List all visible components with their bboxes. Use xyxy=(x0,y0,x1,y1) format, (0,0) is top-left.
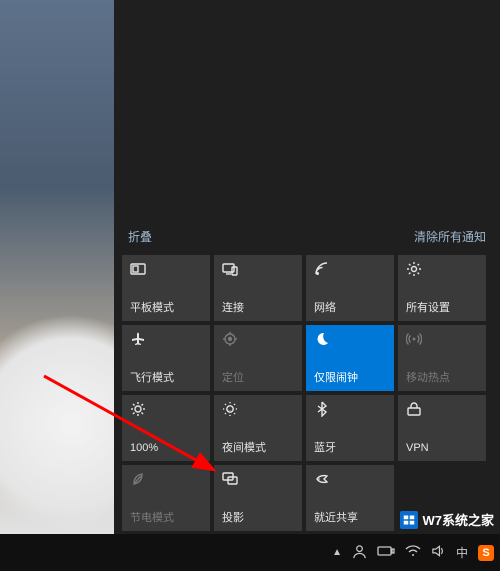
tile-label: 所有设置 xyxy=(406,302,478,315)
vpn-icon xyxy=(406,401,422,417)
bluetooth-icon xyxy=(314,401,330,417)
share-icon xyxy=(314,471,330,487)
tile-brightness[interactable]: 100% xyxy=(122,395,210,461)
watermark: W7系统之家 xyxy=(400,510,494,529)
sogou-ime-icon[interactable]: S xyxy=(478,545,494,561)
clear-all-link[interactable]: 清除所有通知 xyxy=(414,228,486,245)
tile-battery-saver: 节电模式 xyxy=(122,465,210,531)
tile-label: 就近共享 xyxy=(314,512,386,525)
tile-label: VPN xyxy=(406,442,478,455)
tile-label: 飞行模式 xyxy=(130,372,202,385)
connect-icon xyxy=(222,261,238,277)
tile-connect[interactable]: 连接 xyxy=(214,255,302,321)
tile-all-settings[interactable]: 所有设置 xyxy=(398,255,486,321)
airplane-icon xyxy=(130,331,146,347)
collapse-link[interactable]: 折叠 xyxy=(128,228,152,245)
wifi-icon[interactable] xyxy=(405,544,421,561)
tile-label: 移动热点 xyxy=(406,372,478,385)
tile-vpn[interactable]: VPN xyxy=(398,395,486,461)
tile-mobile-hotspot: 移动热点 xyxy=(398,325,486,391)
tile-project[interactable]: 投影 xyxy=(214,465,302,531)
gear-icon xyxy=(406,261,422,277)
tile-label: 网络 xyxy=(314,302,386,315)
tile-label: 定位 xyxy=(222,372,294,385)
desktop-wallpaper xyxy=(0,0,114,534)
tile-airplane-mode[interactable]: 飞行模式 xyxy=(122,325,210,391)
action-center-header: 折叠 清除所有通知 xyxy=(114,228,500,253)
tile-label: 蓝牙 xyxy=(314,442,386,455)
tile-label: 节电模式 xyxy=(130,512,202,525)
watermark-logo-icon xyxy=(400,511,418,529)
tray-overflow-icon[interactable]: ▲ xyxy=(332,547,342,558)
tablet-icon xyxy=(130,261,146,277)
tile-quiet-hours[interactable]: 仅限闹钟 xyxy=(306,325,394,391)
tile-network[interactable]: 网络 xyxy=(306,255,394,321)
location-icon xyxy=(222,331,238,347)
tile-night-light[interactable]: 夜间模式 xyxy=(214,395,302,461)
moon-icon xyxy=(314,331,330,347)
network-icon xyxy=(314,261,330,277)
ime-indicator[interactable]: 中 xyxy=(456,544,468,561)
action-center-panel: 折叠 清除所有通知 平板模式 连接 网络 所有设置飞行模式 定位 仅限闹钟 移动热点 100%… xyxy=(114,0,500,534)
quick-actions-grid: 平板模式 连接 网络 所有设置飞行模式 定位 仅限闹钟 移动热点 100% 夜间模式 蓝牙 VPN 节… xyxy=(114,253,500,533)
hotspot-icon xyxy=(406,331,422,347)
volume-icon[interactable] xyxy=(431,544,446,561)
taskbar: ▲ 中 S xyxy=(0,534,500,571)
sun-icon xyxy=(130,401,146,417)
tile-label: 100% xyxy=(130,442,202,455)
night-icon xyxy=(222,401,238,417)
battery-icon[interactable] xyxy=(377,545,395,560)
tile-label: 连接 xyxy=(222,302,294,315)
tile-label: 平板模式 xyxy=(130,302,202,315)
tile-tablet-mode[interactable]: 平板模式 xyxy=(122,255,210,321)
system-tray: ▲ 中 S xyxy=(332,544,500,562)
tile-label: 夜间模式 xyxy=(222,442,294,455)
project-icon xyxy=(222,471,238,487)
tile-location: 定位 xyxy=(214,325,302,391)
tile-label: 投影 xyxy=(222,512,294,525)
leaf-icon xyxy=(130,471,146,487)
tile-nearby-share[interactable]: 就近共享 xyxy=(306,465,394,531)
watermark-text: W7系统之家 xyxy=(422,510,494,529)
people-icon[interactable] xyxy=(352,544,367,562)
tile-bluetooth[interactable]: 蓝牙 xyxy=(306,395,394,461)
tile-label: 仅限闹钟 xyxy=(314,372,386,385)
